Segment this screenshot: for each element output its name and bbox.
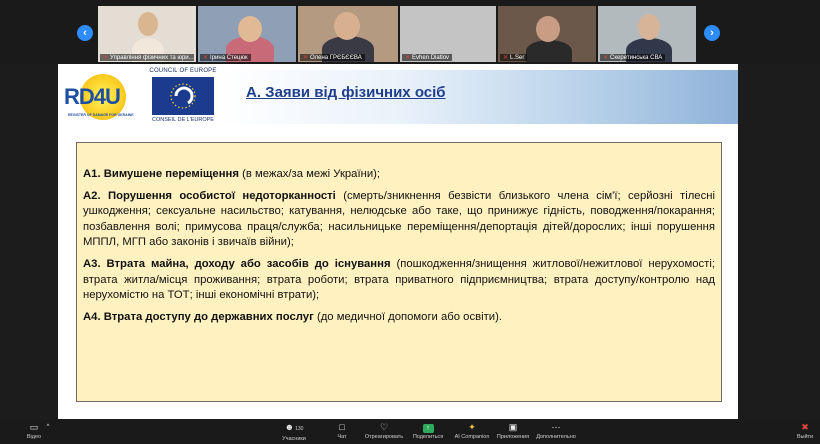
participant-tile[interactable]: ✕ Скеретинська СВА: [598, 6, 696, 62]
participants-button[interactable]: ☻130 Учасники: [280, 421, 308, 443]
council-of-europe-logo: COUNCIL OF EUROPE CONSEIL DE L'EUROPE: [148, 68, 218, 126]
list-item: А2. Порушення особистої недоторканності …: [83, 189, 715, 251]
item-heading: А1. Вимушене переміщення: [83, 168, 239, 180]
participant-video: [138, 12, 158, 36]
muted-mic-icon: ✕: [303, 55, 309, 61]
participant-name: ✕ Ірина Стецюк: [200, 54, 251, 61]
list-item: А1. Вимушене переміщення (в межах/за меж…: [83, 167, 715, 183]
more-label: Дополнительно: [536, 434, 576, 440]
chat-button[interactable]: □ Чат: [328, 421, 356, 441]
rd4u-logo-subtitle: REGISTER OF DAMAGE FOR UKRAINE: [68, 113, 134, 117]
participant-tile[interactable]: ✕ Evhen Diatlov: [400, 6, 496, 62]
item-text: (в межах/за межі України);: [238, 168, 381, 180]
shared-screen-slide: RD4U REGISTER OF DAMAGE FOR UKRAINE COUN…: [58, 64, 738, 419]
participant-name: ✕ Олена ГРЄБЄЄВА: [300, 54, 365, 61]
participant-name: ✕ L.Ser: [500, 54, 528, 61]
participants-label: Учасники: [282, 436, 306, 442]
muted-mic-icon: ✕: [103, 55, 109, 61]
slide-title: А. Заяви від фізичних осіб: [246, 84, 446, 101]
apps-icon: ▣: [508, 422, 518, 432]
muted-mic-icon: ✕: [503, 55, 509, 61]
slide-content-box: А1. Вимушене переміщення (в межах/за меж…: [76, 142, 722, 402]
share-label: Поделиться: [412, 434, 444, 440]
participants-count: 130: [295, 426, 304, 432]
participant-tile[interactable]: ✕ Управління фізичних та юри...: [98, 6, 196, 62]
list-item: А3. Втрата майна, доходу або засобів до …: [83, 257, 715, 304]
participant-video: [238, 16, 262, 42]
ai-companion-button[interactable]: ✦ AI Companion: [452, 421, 492, 441]
muted-mic-icon: ✕: [203, 55, 209, 61]
more-button[interactable]: ⋯ Дополнительно: [534, 421, 578, 441]
leave-icon: ✖: [801, 422, 809, 432]
meeting-toolbar: ▭ Відео ^ ☻130 Учасники □ Чат ♡ Отреагир…: [0, 420, 820, 444]
share-screen-button[interactable]: ↑ Поделиться: [410, 421, 446, 441]
rd4u-logo: RD4U REGISTER OF DAMAGE FOR UKRAINE: [62, 70, 142, 124]
apps-label: Приложения: [496, 434, 530, 440]
slide-header: RD4U REGISTER OF DAMAGE FOR UKRAINE COUN…: [58, 64, 738, 128]
chat-icon: □: [339, 422, 345, 432]
video-label: Відео: [26, 434, 42, 440]
zoom-meeting-window: ‹ ✕ Управління фізичних та юри... ✕ Ірина …: [0, 0, 820, 444]
participant-video: [536, 16, 560, 42]
leave-button[interactable]: ✖ Выйти: [794, 421, 816, 441]
participant-name: ✕ Evhen Diatlov: [402, 54, 453, 61]
chevron-up-icon: ^: [46, 424, 50, 430]
muted-mic-icon: ✕: [603, 55, 609, 61]
participant-video: [638, 14, 660, 40]
item-heading: А4. Втрата доступу до державних послуг: [83, 310, 314, 323]
react-label: Отреагировать: [364, 434, 404, 440]
share-icon: ↑: [410, 421, 446, 433]
chat-label: Чат: [337, 434, 347, 440]
coe-top-text: COUNCIL OF EUROPE: [149, 68, 217, 74]
participant-tile[interactable]: ✕ Ірина Стецюк: [198, 6, 296, 62]
item-heading: А2. Порушення особистої недоторканності: [83, 189, 336, 202]
item-heading: А3. Втрата майна, доходу або засобів до …: [83, 257, 391, 270]
apps-button[interactable]: ▣ Приложения: [494, 421, 532, 441]
video-icon: ▭: [29, 422, 39, 432]
participant-tile[interactable]: ✕ L.Ser: [498, 6, 596, 62]
coe-bottom-text: CONSEIL DE L'EUROPE: [152, 117, 214, 123]
participant-video: [334, 12, 360, 40]
participant-name: ✕ Управління фізичних та юри...: [100, 54, 195, 61]
gallery-prev-arrow[interactable]: ‹: [77, 25, 93, 41]
leave-label: Выйти: [796, 434, 814, 440]
list-item: А4. Втрата доступу до державних послуг (…: [83, 310, 715, 326]
react-button[interactable]: ♡ Отреагировать: [364, 421, 404, 441]
participants-icon: ☻130: [284, 422, 304, 432]
participant-name: ✕ Скеретинська СВА: [600, 54, 666, 61]
muted-mic-icon: ✕: [405, 55, 411, 61]
video-gallery-strip: ‹ ✕ Управління фізичних та юри... ✕ Ірина …: [0, 0, 820, 64]
video-button[interactable]: ▭ Відео: [22, 421, 46, 441]
participant-video: [526, 40, 572, 62]
ai-companion-icon: ✦: [468, 422, 476, 432]
coe-flag-icon: [152, 77, 214, 115]
more-icon: ⋯: [551, 422, 561, 432]
rd4u-logo-text: RD4U: [64, 84, 121, 109]
react-icon: ♡: [379, 422, 389, 432]
ai-companion-label: AI Companion: [454, 434, 490, 440]
participant-tile[interactable]: ✕ Олена ГРЄБЄЄВА: [298, 6, 398, 62]
gallery-next-arrow[interactable]: ›: [704, 25, 720, 41]
video-options-chevron[interactable]: ^: [44, 421, 52, 433]
item-text: (до медичної допомоги або освіти).: [313, 310, 503, 323]
